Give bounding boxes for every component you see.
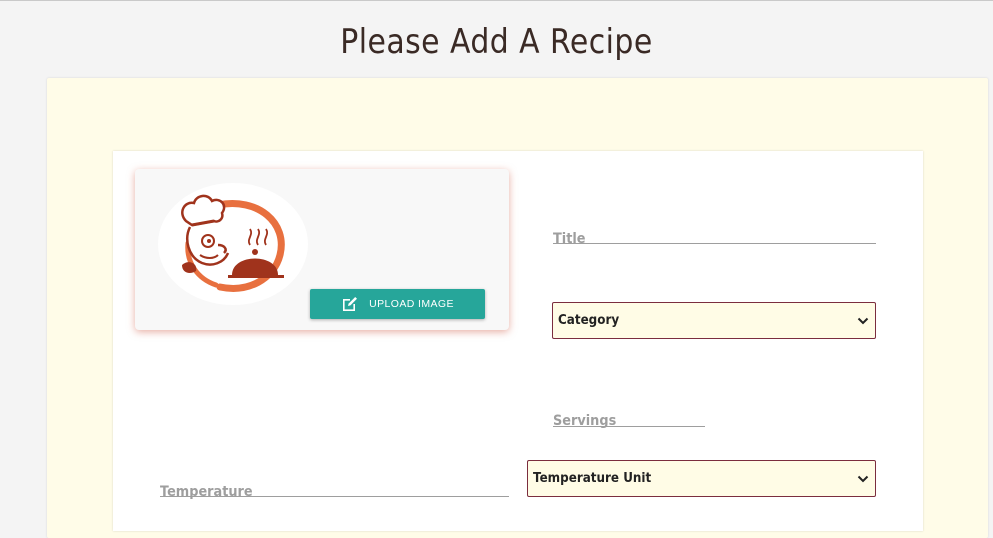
title-label: Title bbox=[553, 231, 586, 247]
servings-input[interactable] bbox=[553, 426, 705, 427]
upload-image-button[interactable]: UPLOAD IMAGE bbox=[310, 289, 485, 319]
category-select[interactable]: Category bbox=[552, 302, 876, 339]
title-input[interactable] bbox=[553, 243, 876, 244]
upload-image-label: UPLOAD IMAGE bbox=[369, 298, 454, 310]
temperature-unit-select[interactable]: Temperature Unit bbox=[527, 460, 876, 497]
temperature-unit-selected-value: Temperature Unit bbox=[533, 471, 652, 486]
chef-logo-icon bbox=[181, 194, 285, 292]
chevron-down-icon bbox=[857, 475, 869, 482]
chevron-down-icon bbox=[857, 317, 869, 324]
edit-square-icon bbox=[343, 297, 358, 311]
temperature-label: Temperature bbox=[160, 484, 253, 500]
temperature-input[interactable] bbox=[160, 496, 509, 497]
top-divider bbox=[0, 0, 993, 1]
category-selected-value: Category bbox=[558, 313, 620, 328]
page-title: Please Add A Recipe bbox=[340, 22, 653, 62]
